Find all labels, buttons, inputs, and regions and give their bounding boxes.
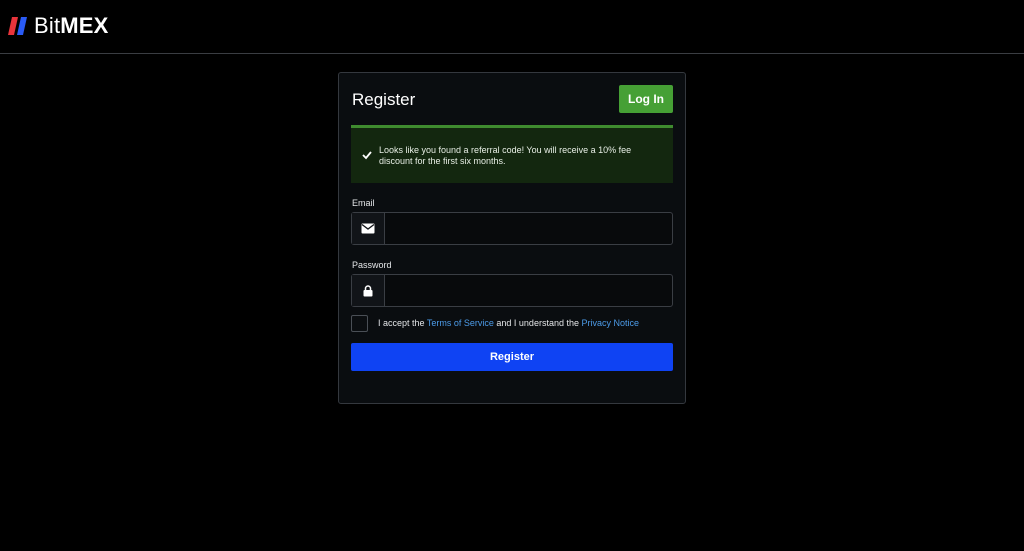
terms-row: I accept the Terms of Service and I unde… (351, 313, 639, 333)
privacy-notice-link[interactable]: Privacy Notice (581, 318, 639, 328)
email-label: Email (352, 198, 375, 208)
lock-icon (363, 284, 373, 296)
bitmex-logo[interactable]: BitMEX (8, 13, 109, 39)
email-addon (352, 213, 385, 244)
terms-text: I accept the Terms of Service and I unde… (378, 318, 639, 328)
password-label: Password (352, 260, 392, 270)
top-bar: BitMEX (0, 0, 1024, 54)
accept-terms-checkbox[interactable] (351, 314, 368, 332)
referral-alert: Looks like you found a referral code! Yo… (351, 125, 673, 183)
envelope-icon (361, 223, 375, 234)
email-input-group (351, 212, 673, 245)
register-card: Register Log In Looks like you found a r… (338, 72, 686, 404)
email-field[interactable] (385, 213, 672, 244)
terms-text-part-2: and I understand the (493, 318, 582, 328)
referral-alert-message: Looks like you found a referral code! Yo… (379, 145, 632, 166)
register-button[interactable]: Register (351, 343, 673, 371)
bitmex-wordmark: BitMEX (34, 13, 109, 38)
password-input-group (351, 274, 673, 307)
terms-text-part-1: I accept the (378, 318, 427, 328)
page-title: Register (352, 90, 416, 109)
password-addon (352, 275, 385, 306)
terms-of-service-link[interactable]: Terms of Service (427, 318, 494, 328)
bitmex-logo-icon (8, 17, 27, 35)
login-button[interactable]: Log In (619, 85, 673, 113)
password-field[interactable] (385, 275, 672, 306)
check-icon (362, 151, 372, 160)
